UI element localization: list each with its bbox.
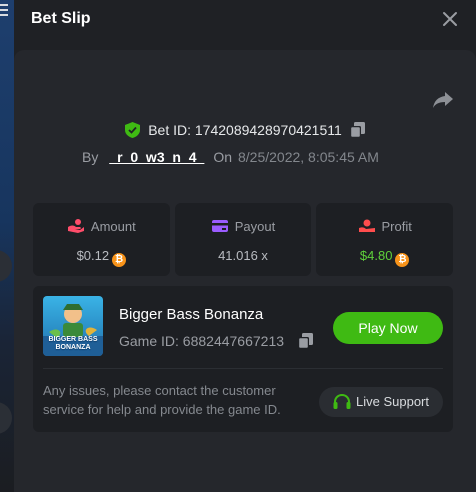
shield-check-icon bbox=[125, 122, 141, 138]
share-icon[interactable] bbox=[432, 90, 454, 110]
divider bbox=[43, 368, 443, 369]
menu-icon[interactable] bbox=[0, 4, 8, 18]
stat-amount: Amount $0.12 ₿ bbox=[33, 203, 170, 276]
stat-value: $0.12 bbox=[76, 248, 110, 263]
username-link[interactable]: _r_0_w3_n_4_ bbox=[109, 149, 204, 165]
game-thumbnail[interactable]: BIGGER BASS BONANZA bbox=[43, 296, 103, 356]
stat-label: Profit bbox=[381, 219, 412, 234]
stat-label: Payout bbox=[234, 219, 276, 234]
bitcoin-icon: ₿ bbox=[395, 253, 410, 267]
modal-title: Bet Slip bbox=[31, 10, 91, 27]
bet-slip-modal: Bet Slip Bet ID: 1742089428970421511 By _… bbox=[14, 0, 476, 492]
bet-slip-content: Bet ID: 1742089428970421511 By _r_0_w3_n_… bbox=[14, 50, 476, 492]
bet-id-label: Bet ID: bbox=[148, 122, 191, 138]
game-name: Bigger Bass Bonanza bbox=[119, 306, 264, 323]
stat-payout: Payout 41.016 x bbox=[174, 203, 312, 276]
game-thumbnail-text: BIGGER BASS BONANZA bbox=[48, 336, 98, 351]
bet-author-row: By _r_0_w3_n_4_ On 8/25/2022, 8:05:45 AM bbox=[82, 149, 379, 165]
amount-icon bbox=[67, 219, 84, 233]
live-support-label: Live Support bbox=[356, 394, 429, 409]
close-icon[interactable] bbox=[442, 11, 458, 27]
bet-stats: Amount $0.12 ₿ Payout 41.016 x Profit $4… bbox=[33, 203, 454, 276]
background-circle-button bbox=[0, 250, 12, 282]
game-id-value: 6882447667213 bbox=[182, 333, 285, 349]
game-id-label: Game ID: bbox=[119, 333, 179, 349]
live-support-button[interactable]: Live Support bbox=[319, 387, 443, 417]
bet-date: 8/25/2022, 8:05:45 AM bbox=[238, 149, 379, 165]
bitcoin-icon: ₿ bbox=[112, 253, 127, 267]
support-text: Any issues, please contact the customer … bbox=[43, 383, 281, 417]
by-label: By bbox=[82, 149, 99, 165]
background-circle-button bbox=[0, 402, 12, 434]
bet-id-value: 1742089428970421511 bbox=[194, 122, 342, 138]
copy-icon[interactable] bbox=[349, 122, 365, 138]
background-page bbox=[0, 0, 14, 492]
stat-label: Amount bbox=[90, 219, 136, 234]
headset-icon bbox=[333, 394, 351, 409]
stat-profit: Profit $4.80 ₿ bbox=[316, 203, 454, 276]
copy-icon[interactable] bbox=[297, 333, 313, 349]
stat-value: 41.016 x bbox=[218, 248, 268, 263]
play-now-button[interactable]: Play Now bbox=[333, 312, 443, 344]
stat-value: $4.80 bbox=[359, 248, 393, 263]
modal-header: Bet Slip bbox=[14, 0, 476, 38]
on-label: On bbox=[213, 149, 232, 165]
profit-icon bbox=[358, 219, 375, 232]
game-card: BIGGER BASS BONANZA Bigger Bass Bonanza … bbox=[33, 286, 453, 432]
game-id-row: Game ID: 6882447667213 bbox=[119, 333, 313, 349]
payout-icon bbox=[211, 220, 228, 232]
bet-id-row: Bet ID: 1742089428970421511 bbox=[14, 122, 476, 138]
